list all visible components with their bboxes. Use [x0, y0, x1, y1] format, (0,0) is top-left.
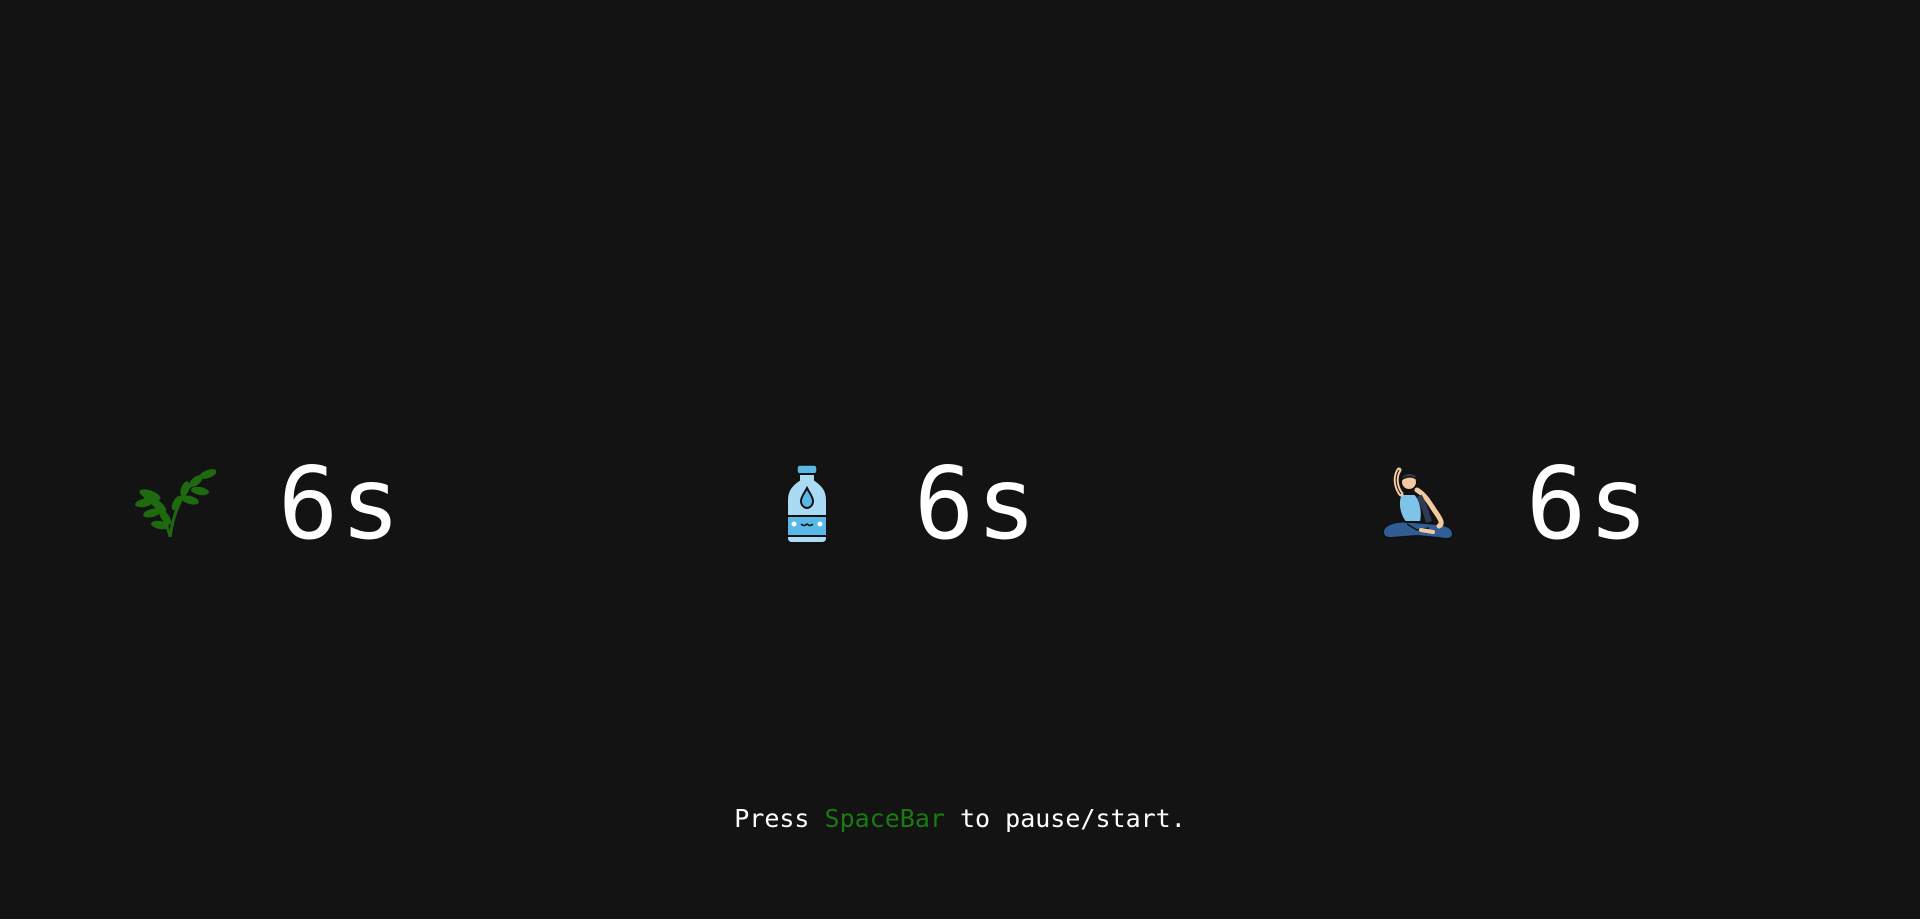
hint-prefix: Press [734, 804, 825, 833]
hint-suffix: to pause/start. [944, 804, 1186, 833]
plant-sprig-icon [128, 462, 218, 546]
plant-timer: 6s [128, 454, 402, 554]
water-timer-value: 6s [914, 445, 1039, 562]
app-stage: 6s 6s 6s Press SpaceBar to pause/start. [0, 0, 1920, 919]
spacebar-key-label: SpaceBar [824, 804, 945, 833]
yoga-timer-value: 6s [1526, 445, 1651, 562]
water-bottle-icon [762, 462, 852, 546]
keyboard-hint: Press SpaceBar to pause/start. [0, 804, 1920, 833]
plant-timer-value: 6s [278, 445, 403, 562]
yoga-timer: 6s [1372, 454, 1650, 554]
water-timer: 6s [762, 454, 1038, 554]
yoga-pose-icon [1372, 462, 1462, 546]
